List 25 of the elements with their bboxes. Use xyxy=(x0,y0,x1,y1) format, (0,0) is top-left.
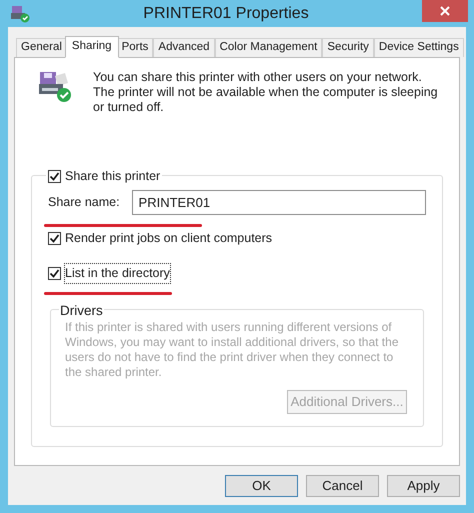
checkbox-label[interactable]: Share this printer xyxy=(65,167,160,186)
printer-icon xyxy=(10,4,30,22)
checkbox-label[interactable]: Render print jobs on client computers xyxy=(65,229,272,248)
dialog-button[interactable]: Apply xyxy=(387,475,460,497)
tab[interactable]: Device Settings xyxy=(374,38,464,57)
dialog-button[interactable]: OK xyxy=(225,475,298,497)
window-title: PRINTER01 Properties xyxy=(142,4,310,24)
tab[interactable]: Ports xyxy=(116,38,154,57)
tab[interactable]: General xyxy=(16,38,67,57)
drivers-description: If this printer is shared with users running different versions of Windows, you may want to install additional drivers, so that the users do not have to find the print driver when they connect to the shared printer. xyxy=(65,320,400,380)
share-name-field[interactable]: PRINTER01 xyxy=(132,190,426,215)
close-icon xyxy=(440,6,450,16)
close-button[interactable] xyxy=(422,0,468,22)
tab[interactable]: Advanced xyxy=(153,38,215,57)
tab[interactable]: Sharing xyxy=(64,36,119,58)
dialog-button[interactable]: Cancel xyxy=(306,475,379,497)
checkbox[interactable] xyxy=(48,266,61,280)
checkbox-label[interactable]: List in the directory xyxy=(65,264,170,282)
description-text: You can share this printer with other users on your network. The printer will not be available when the computer is sleeping or turned off. xyxy=(93,70,439,115)
printer-icon xyxy=(37,70,73,104)
tab[interactable]: Color Management xyxy=(214,38,322,57)
tab[interactable]: Security xyxy=(322,38,374,57)
checkbox[interactable] xyxy=(48,170,61,183)
share-name-label: Share name: xyxy=(48,194,121,212)
checkbox[interactable] xyxy=(48,232,61,245)
